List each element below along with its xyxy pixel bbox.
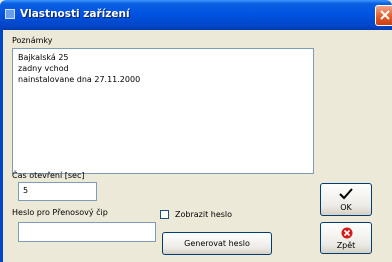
cancel-icon [341, 227, 353, 239]
show-password-label: Zobrazit heslo [175, 210, 233, 219]
close-icon [380, 10, 390, 20]
notes-line: nainstalovane dna 27.11.2000 [18, 75, 141, 84]
generate-password-label: Generovat heslo [184, 239, 250, 248]
app-icon [5, 9, 15, 19]
notes-textarea[interactable]: Bajkalská 25 zadny vchod nainstalovane d… [12, 48, 314, 174]
properties-dialog: Vlastnosti zařízení Poznámky Bajkalská 2… [0, 0, 392, 262]
open-time-label: Čas otevření [sec] [12, 171, 85, 180]
window-title: Vlastnosti zařízení [20, 8, 130, 20]
title-bar: Vlastnosti zařízení [0, 0, 392, 30]
back-button[interactable]: Zpět [320, 222, 372, 254]
password-label: Heslo pro Přenosový čip [12, 208, 108, 217]
ok-button[interactable]: OK [320, 183, 372, 216]
window-border [0, 30, 3, 262]
notes-line: zadny vchod [18, 64, 69, 73]
password-input[interactable] [18, 222, 156, 242]
open-time-input[interactable]: 5 [18, 182, 97, 201]
show-password-checkbox[interactable] [160, 210, 169, 219]
close-button[interactable] [375, 5, 392, 26]
back-label: Zpět [336, 241, 356, 250]
notes-line: Bajkalská 25 [18, 53, 69, 62]
generate-password-button[interactable]: Generovat heslo [162, 232, 272, 255]
ok-label: OK [340, 203, 352, 212]
notes-label: Poznámky [12, 36, 53, 45]
checkmark-icon [339, 188, 353, 200]
